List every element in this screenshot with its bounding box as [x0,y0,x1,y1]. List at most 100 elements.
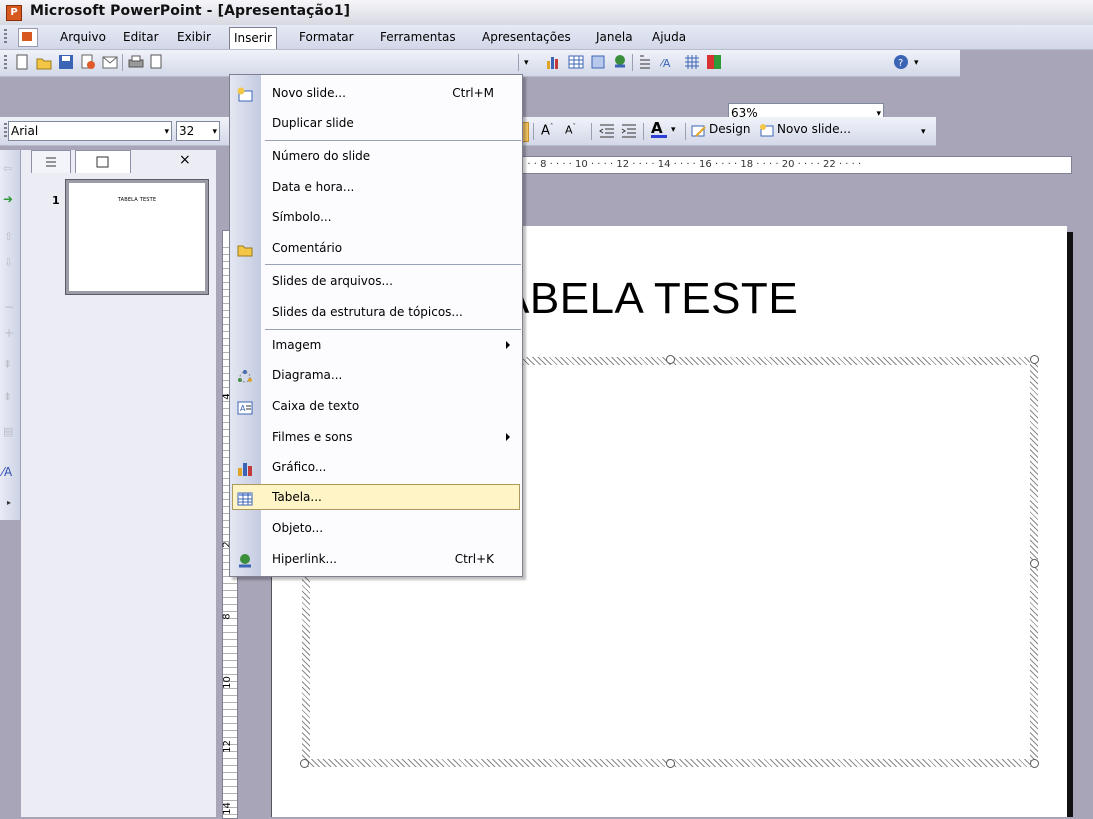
powerpoint-app-icon[interactable]: P [6,5,22,21]
menubar-grip[interactable] [4,29,7,45]
resize-handle[interactable] [300,759,309,768]
menu-item-tabela[interactable]: Tabela... [230,483,522,511]
menu-item-label: Símbolo... [272,210,332,224]
show-formatting-icon[interactable]: ⁄A [658,54,676,70]
menu-item-comentario[interactable]: Comentário [230,234,522,262]
promote-icon[interactable]: ⇦ [3,162,12,175]
design-button[interactable]: Design [709,122,750,138]
increase-font-size-icon[interactable]: Aˆ [541,123,557,139]
slide-thumbnail[interactable]: TABELA TESTE [65,179,209,295]
menu-item-filmes-sons[interactable]: Filmes e sons [230,423,522,451]
formatting-toolbar-right: Aˆ Aˇ A ▾ Design Novo slide... ▾ [521,117,936,146]
toolbar-options-icon[interactable]: ▸ [7,498,11,507]
resize-handle[interactable] [1030,355,1039,364]
menu-ajuda[interactable]: Ajuda [648,28,690,46]
menu-item-duplicar-slide[interactable]: Duplicar slide [230,109,522,137]
dropdown-arrow-icon[interactable]: ▾ [164,123,169,141]
menu-item-hiperlink[interactable]: Hiperlink... Ctrl+K [230,545,522,573]
document-icon[interactable] [18,28,38,47]
toolbar-separator [632,54,633,71]
demote-icon[interactable]: ➜ [3,192,13,206]
insert-chart-icon[interactable] [545,54,561,70]
menu-item-data-hora[interactable]: Data e hora... [230,173,522,201]
font-size-value: 32 [179,124,195,138]
toolbar-options-icon[interactable]: ▾ [921,127,937,143]
menu-inserir[interactable]: Inserir [229,27,277,49]
color-grayscale-icon[interactable] [706,54,722,70]
expand-all-icon[interactable]: ⇟ [3,390,12,403]
help-icon[interactable]: ? [893,54,909,70]
svg-text:A: A [240,404,246,413]
email-icon[interactable] [102,54,118,70]
open-folder-icon[interactable] [36,54,52,70]
tab-outline[interactable] [31,150,71,173]
move-up-icon[interactable]: ⇧ [4,230,13,243]
toolbar-options-icon[interactable]: ▾ [914,58,930,74]
decrease-indent-icon[interactable] [599,123,615,139]
toolbar-grip[interactable] [4,123,7,139]
slide-title[interactable]: ABELA TESTE [500,274,798,324]
menu-item-label: Tabela... [272,490,322,504]
print-preview-icon[interactable] [149,54,165,70]
close-pane-icon[interactable]: × [179,152,191,168]
dropdown-arrow-icon[interactable]: ▾ [212,123,217,141]
collapse-icon[interactable]: − [4,300,14,314]
resize-handle[interactable] [1030,759,1039,768]
menu-separator [265,140,521,141]
font-color-icon[interactable]: A [651,121,667,138]
font-size-combo[interactable]: 32 ▾ [176,121,220,141]
tab-slides[interactable] [75,150,131,173]
menu-item-label: Slides de arquivos... [272,274,393,288]
menu-item-simbolo[interactable]: Símbolo... [230,203,522,231]
resize-handle[interactable] [1030,559,1039,568]
new-slide-icon[interactable] [759,123,775,139]
standard-toolbar: ▾ ⁄A 63% ▾ ? ▾ [0,50,960,123]
menu-item-slides-arquivos[interactable]: Slides de arquivos... [230,267,522,295]
design-icon[interactable] [691,123,707,139]
grid-icon[interactable] [684,54,700,70]
toolbar-separator [643,123,644,140]
menu-item-novo-slide[interactable]: Novo slide... Ctrl+M [230,79,522,107]
toolbar-separator [685,123,686,140]
save-icon[interactable] [58,54,74,70]
toolbar-grip[interactable] [4,55,7,71]
window-title: Microsoft PowerPoint - [Apresentação1] [30,3,351,19]
menu-item-caixa-texto[interactable]: A Caixa de texto [230,392,522,420]
menu-arquivo[interactable]: Arquivo [56,28,110,46]
slide-shadow [1066,232,1073,817]
menu-item-slides-estrutura[interactable]: Slides da estrutura de tópicos... [230,298,522,326]
collapse-all-icon[interactable]: ⇞ [3,358,12,371]
decrease-font-size-icon[interactable]: Aˇ [565,123,581,139]
print-icon[interactable] [128,54,144,70]
new-document-icon[interactable] [14,54,30,70]
move-down-icon[interactable]: ⇩ [4,256,13,269]
show-formatting-icon[interactable]: ⁄A [2,465,12,479]
resize-handle[interactable] [666,355,675,364]
menu-item-numero-slide[interactable]: Número do slide [230,142,522,170]
insert-hyperlink-icon[interactable] [612,54,628,70]
new-slide-button[interactable]: Novo slide... [777,122,877,138]
menu-formatar[interactable]: Formatar [295,28,358,46]
dropdown-arrow-icon[interactable]: ▾ [524,58,534,74]
increase-indent-icon[interactable] [621,123,637,139]
expand-all-icon[interactable] [638,54,654,70]
menu-apresentacoes[interactable]: Apresentações [478,28,575,46]
menu-item-grafico[interactable]: Gráfico... [230,453,522,481]
tables-borders-icon[interactable] [590,54,606,70]
summary-slide-icon[interactable]: ▤ [3,425,13,438]
permission-icon[interactable] [80,54,96,70]
insert-table-icon[interactable] [568,54,584,70]
menu-exibir[interactable]: Exibir [173,28,215,46]
menu-item-label: Novo slide... [272,86,346,100]
menu-item-diagrama[interactable]: Diagrama... [230,361,522,389]
font-name-combo[interactable]: Arial ▾ [8,121,172,141]
resize-handle[interactable] [666,759,675,768]
menu-editar[interactable]: Editar [119,28,163,46]
svg-text:?: ? [898,58,903,69]
menu-item-objeto[interactable]: Objeto... [230,514,522,542]
expand-icon[interactable]: + [4,326,14,340]
slide-number: 1 [52,194,60,207]
menu-ferramentas[interactable]: Ferramentas [376,28,460,46]
menu-janela[interactable]: Janela [592,28,637,46]
menu-item-imagem[interactable]: Imagem [230,331,522,359]
